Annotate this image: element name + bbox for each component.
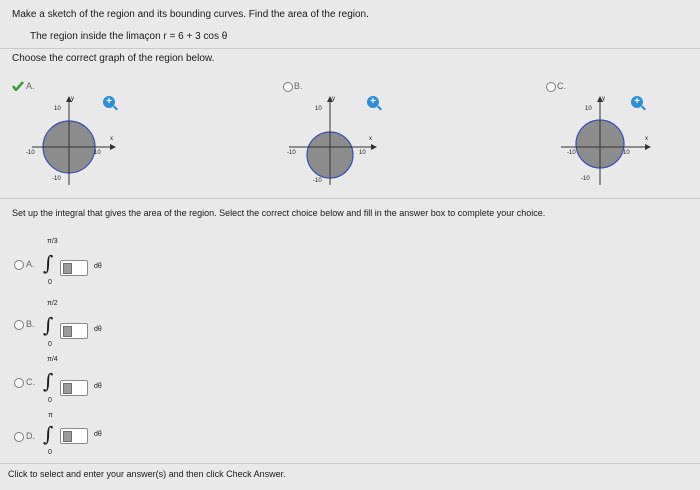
graph-b-plot (289, 96, 377, 185)
question-line-3: Choose the correct graph of the region b… (12, 53, 215, 64)
integral-option-d-radio[interactable] (14, 432, 24, 442)
graph-option-c-label: C. (557, 81, 566, 91)
divider (0, 198, 700, 199)
integral-option-a[interactable]: A. π/3 ∫ 0 dθ (10, 238, 120, 288)
tick-x-left: -10 (26, 150, 35, 156)
graph-option-b-radio[interactable] (283, 82, 293, 92)
divider (0, 48, 700, 49)
graph-c-plot (561, 96, 651, 185)
integral-option-b[interactable]: B. π/2 ∫ 0 dθ (10, 300, 120, 350)
integral-option-d[interactable]: D. π ∫ 0 dθ (10, 412, 120, 462)
graph-a: y 10 -10 10 x -10 (26, 92, 136, 187)
graph-option-b-label: B. (294, 81, 303, 91)
integral-option-c[interactable]: C. π/4 ∫ 0 dθ (10, 356, 120, 406)
integral-sign: ∫ (43, 251, 54, 275)
question-line-1: Make a sketch of the region and its boun… (12, 9, 369, 20)
integral-option-a-radio[interactable] (14, 260, 24, 270)
graph-b: y 10 -10 10 x -10 (287, 92, 397, 187)
tick-y-top: 10 (54, 106, 61, 112)
integral-sign: ∫ (43, 369, 54, 393)
check-icon (12, 81, 24, 91)
answer-box-a[interactable] (60, 260, 88, 276)
integral-option-b-radio[interactable] (14, 320, 24, 330)
graph-option-a-label: A. (26, 81, 35, 91)
integral-option-c-radio[interactable] (14, 378, 24, 388)
zoom-icon-a[interactable]: + (103, 96, 115, 108)
graph-a-plot (32, 96, 116, 185)
integral-sign: ∫ (43, 313, 54, 337)
tick-y-bottom: -10 (52, 176, 61, 182)
question-line-2: The region inside the limaçon r = 6 + 3 … (30, 31, 228, 42)
zoom-icon-b[interactable]: + (367, 96, 379, 108)
answer-box-b[interactable] (60, 323, 88, 339)
integral-sign: ∫ (43, 422, 54, 446)
answer-box-c[interactable] (60, 380, 88, 396)
graph-c: y 10 -10 10 x -10 (555, 92, 665, 187)
footer-instructions: Click to select and enter your answer(s)… (8, 469, 286, 479)
tick-x-right: 10 (94, 150, 101, 156)
zoom-icon-c[interactable]: + (631, 96, 643, 108)
graph-option-c-radio[interactable] (546, 82, 556, 92)
divider (0, 463, 700, 464)
setup-instructions: Set up the integral that gives the area … (12, 208, 546, 218)
answer-box-d[interactable] (60, 428, 88, 444)
